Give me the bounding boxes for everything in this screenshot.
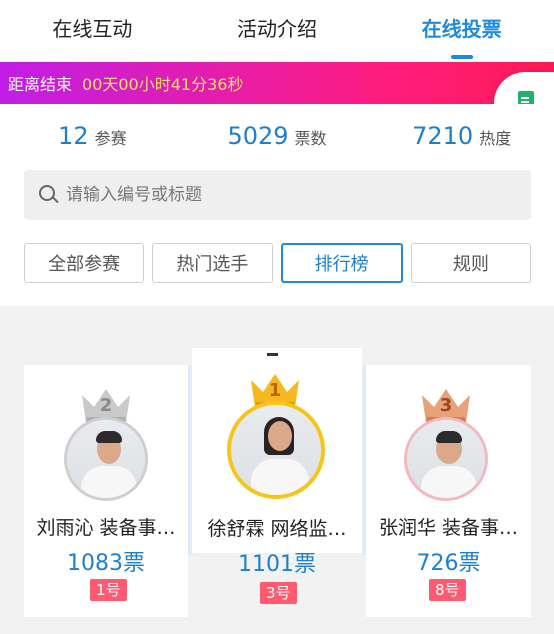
avatar: [404, 417, 488, 501]
countdown-banner: 距离结束 00天00小时41分36秒: [0, 62, 554, 104]
document-line: [521, 97, 529, 99]
stat-value: 12: [58, 122, 89, 150]
vote-count: 726票: [416, 551, 481, 576]
stat-label: 参赛: [94, 129, 127, 148]
tab-label: 在线投票: [421, 16, 502, 41]
contestant-number-badge: 1号: [90, 579, 127, 601]
stat-participants: 12 参赛: [0, 118, 185, 154]
document-line: [521, 101, 529, 103]
contestant-name: 张润华 装备事…: [378, 517, 519, 539]
filter-buttons: 全部参赛 热门选手 排行榜 规则: [24, 243, 531, 283]
countdown-label: 距离结束: [8, 75, 73, 94]
stat-popularity: 7210 热度: [369, 118, 554, 154]
contestant-name: 徐舒霖 网络监…: [207, 518, 347, 540]
podium-card-first[interactable]: 1 徐舒霖 网络监…: [192, 348, 362, 553]
search-bar[interactable]: [24, 170, 531, 220]
contestant-number-badge: 3号: [260, 582, 297, 604]
podium-card-second[interactable]: 2 刘雨沁 装备事… 1083票 1号: [24, 365, 188, 617]
avatar: [227, 401, 325, 499]
search-icon: [38, 184, 60, 206]
filter-rules-button[interactable]: 规则: [410, 243, 531, 283]
countdown-value: 00天00小时41分36秒: [82, 75, 244, 94]
filter-popular-button[interactable]: 热门选手: [152, 243, 273, 283]
top-tab-bar: 在线互动 活动介绍 在线投票: [0, 0, 554, 62]
stat-value: 5029: [227, 122, 289, 150]
vote-count: 1083票: [67, 551, 145, 576]
stat-votes: 5029 票数: [185, 118, 370, 154]
filter-leaderboard-button[interactable]: 排行榜: [280, 243, 403, 283]
podium-top-mark: [267, 353, 278, 356]
stat-label: 热度: [479, 129, 512, 148]
active-tab-indicator: [450, 55, 473, 59]
stats-row: 12 参赛 5029 票数 7210 热度: [0, 118, 554, 154]
rank-number: 3: [439, 395, 453, 416]
contestant-name: 刘雨沁 装备事…: [36, 517, 176, 539]
vote-count: 1101票: [238, 552, 316, 577]
contestant-number-badge: 8号: [429, 579, 466, 601]
avatar: [64, 417, 148, 501]
tab-online-voting[interactable]: 在线投票: [369, 0, 554, 62]
tab-activity-intro[interactable]: 活动介绍: [185, 0, 370, 62]
search-input[interactable]: [66, 185, 486, 205]
podium-card-third[interactable]: 3 张润华 装备事… 726票 8号: [366, 365, 531, 617]
rank-number: 2: [99, 395, 113, 416]
voting-panel: 12 参赛 5029 票数 7210 热度 全部参赛 热门选手 排行榜 规则: [0, 104, 554, 306]
filter-all-entries-button[interactable]: 全部参赛: [24, 243, 145, 283]
stat-value: 7210: [412, 122, 474, 150]
rank-number: 1: [268, 380, 282, 401]
stat-label: 票数: [294, 129, 327, 148]
tab-label: 在线互动: [52, 16, 133, 41]
tab-label: 活动介绍: [237, 16, 317, 41]
tab-online-interaction[interactable]: 在线互动: [0, 0, 185, 62]
